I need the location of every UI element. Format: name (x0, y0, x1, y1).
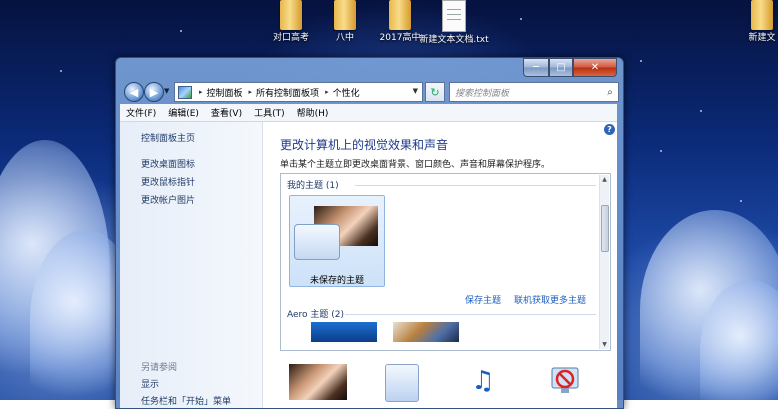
address-chevron-down-icon[interactable]: ▼ (413, 87, 418, 95)
menu-help[interactable]: 帮助(H) (291, 106, 335, 119)
text-file-icon (442, 0, 466, 32)
see-also-heading: 另请参阅 (141, 363, 178, 373)
breadcrumb-personalization[interactable]: 个性化 (333, 86, 360, 99)
breadcrumb-separator[interactable]: ▸ (249, 88, 253, 96)
aero-theme-thumbnail[interactable] (311, 322, 377, 342)
personalization-window: ─ □ ✕ ◀ ▶ ▼ ▸ 控制面板 ▸ 所有控制面板项 ▸ 个性化 ▼ ↻ 搜… (115, 57, 624, 409)
minimize-button[interactable]: ─ (523, 58, 549, 77)
desktop-icon-label: 八中 (335, 33, 354, 43)
address-row: ◀ ▶ ▼ ▸ 控制面板 ▸ 所有控制面板项 ▸ 个性化 ▼ ↻ 搜索控制面板 … (120, 80, 619, 102)
menu-tools[interactable]: 工具(T) (248, 106, 291, 119)
breadcrumb-control-panel[interactable]: 控制面板 (207, 86, 243, 99)
breadcrumb-separator[interactable]: ▸ (199, 88, 203, 96)
breadcrumb-all-items[interactable]: 所有控制面板项 (256, 86, 319, 99)
folder-icon (280, 0, 302, 30)
desktop-background-icon[interactable] (289, 364, 347, 400)
sounds-icon[interactable]: ♫ (465, 364, 501, 400)
group-divider (355, 185, 596, 186)
sidebar-taskbar-start-menu[interactable]: 任务栏和「开始」菜单 (141, 394, 231, 407)
folder-icon (334, 0, 356, 30)
refresh-button[interactable]: ↻ (425, 82, 445, 102)
scroll-down-arrow-icon[interactable]: ▼ (600, 340, 609, 349)
recent-pages-chevron-icon[interactable]: ▼ (164, 87, 169, 95)
group-divider (345, 314, 596, 315)
window-color-icon[interactable] (385, 364, 419, 402)
close-button[interactable]: ✕ (573, 58, 617, 77)
main-content: ? 更改计算机上的视觉效果和声音 单击某个主题立即更改桌面背景、窗口颜色、声音和… (263, 122, 617, 408)
desktop-icon-label: 对口高考 (272, 33, 309, 43)
theme-window-color-swatch (294, 224, 340, 260)
breadcrumb-separator[interactable]: ▸ (325, 88, 329, 96)
menu-bar: 文件(F) 编辑(E) 查看(V) 工具(T) 帮助(H) (120, 104, 617, 122)
folder-icon (389, 0, 411, 30)
search-icon[interactable]: ⌕ (602, 87, 618, 98)
page-subtitle: 单击某个主题立即更改桌面背景、窗口颜色、声音和屏幕保护程序。 (280, 160, 551, 170)
unsaved-theme-tile[interactable]: 未保存的主题 (289, 195, 385, 287)
forward-button[interactable]: ▶ (144, 82, 164, 102)
refresh-icon: ↻ (430, 85, 440, 99)
scroll-thumb[interactable] (601, 205, 609, 252)
get-more-themes-link[interactable]: 联机获取更多主题 (514, 293, 586, 306)
sidebar-change-desktop-icons[interactable]: 更改桌面图标 (141, 157, 195, 170)
desktop-icon-label: 新建文本文档.txt (419, 35, 489, 45)
theme-list-scrollbar[interactable]: ▲ ▼ (599, 175, 609, 349)
aero-themes-label: Aero 主题 (2) (287, 310, 345, 320)
desktop-icon-label: 新建文 (748, 33, 776, 43)
menu-edit[interactable]: 编辑(E) (162, 106, 205, 119)
back-button[interactable]: ◀ (124, 82, 144, 102)
task-sidebar: 控制面板主页 更改桌面图标 更改鼠标指针 更改帐户图片 另请参阅 显示 任务栏和… (120, 122, 263, 408)
window-body: 控制面板主页 更改桌面图标 更改鼠标指针 更改帐户图片 另请参阅 显示 任务栏和… (120, 122, 617, 408)
my-themes-label: 我的主题 (1) (287, 181, 339, 191)
desktop-folder-new[interactable]: 新建文 (737, 0, 778, 44)
maximize-button[interactable]: □ (549, 58, 573, 77)
page-title: 更改计算机上的视觉效果和声音 (280, 138, 449, 152)
sidebar-change-account-picture[interactable]: 更改帐户图片 (141, 193, 195, 206)
aero-theme-thumbnail[interactable] (393, 322, 459, 342)
theme-list: 我的主题 (1) 未保存的主题 保存主题 联机获取更多主题 Aero 主题 (2… (280, 173, 611, 351)
sidebar-display[interactable]: 显示 (141, 377, 159, 390)
help-icon[interactable]: ? (604, 124, 615, 135)
caption-buttons: ─ □ ✕ (523, 58, 617, 77)
search-input[interactable]: 搜索控制面板 (450, 86, 602, 99)
theme-name: 未保存的主题 (309, 276, 364, 286)
menu-view[interactable]: 查看(V) (205, 106, 248, 119)
sidebar-change-mouse-pointers[interactable]: 更改鼠标指针 (141, 175, 195, 188)
desktop-text-file[interactable]: 新建文本文档.txt (419, 0, 489, 46)
sidebar-control-panel-home[interactable]: 控制面板主页 (141, 131, 195, 144)
control-panel-icon (178, 85, 192, 99)
desktop-icon-label: 2017高中 (379, 33, 421, 43)
address-bar[interactable]: ▸ 控制面板 ▸ 所有控制面板项 ▸ 个性化 ▼ (174, 82, 423, 102)
scroll-up-arrow-icon[interactable]: ▲ (600, 175, 609, 184)
menu-file[interactable]: 文件(F) (120, 106, 162, 119)
search-box[interactable]: 搜索控制面板 ⌕ (449, 82, 619, 102)
save-theme-link[interactable]: 保存主题 (465, 293, 501, 306)
screen-saver-icon[interactable] (549, 364, 583, 400)
no-screen-saver-icon (551, 367, 579, 393)
folder-icon (751, 0, 773, 30)
